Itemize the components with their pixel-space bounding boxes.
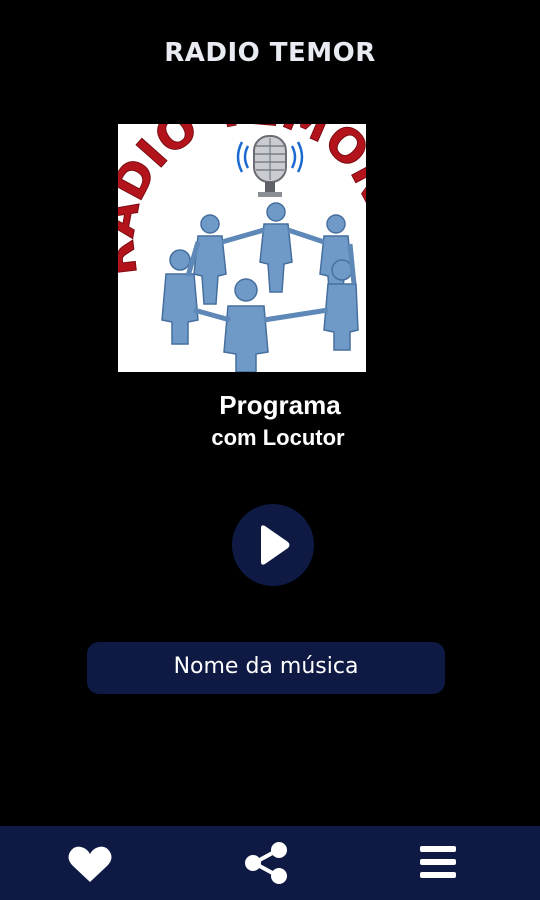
play-button[interactable] bbox=[232, 504, 314, 586]
menu-icon bbox=[420, 846, 456, 878]
song-name-display: Nome da música bbox=[87, 642, 445, 694]
microphone-icon bbox=[236, 135, 304, 197]
play-icon bbox=[261, 525, 290, 565]
program-subtitle: com Locutor bbox=[211, 425, 345, 450]
share-icon bbox=[245, 842, 287, 884]
radio-temor-logo: RÁDIO TEMOR bbox=[118, 124, 366, 372]
app-title: RADIO TEMOR bbox=[164, 38, 376, 68]
favorite-button[interactable] bbox=[40, 826, 140, 900]
people-circle-illustration bbox=[161, 202, 359, 372]
bottom-navigation-bar bbox=[0, 826, 540, 900]
heart-icon bbox=[68, 846, 112, 882]
share-button[interactable] bbox=[215, 826, 315, 900]
radio-player-screen: RADIO TEMOR RÁDIO TEMOR bbox=[0, 0, 540, 900]
program-title: Programa bbox=[219, 390, 341, 420]
menu-button[interactable] bbox=[388, 826, 488, 900]
